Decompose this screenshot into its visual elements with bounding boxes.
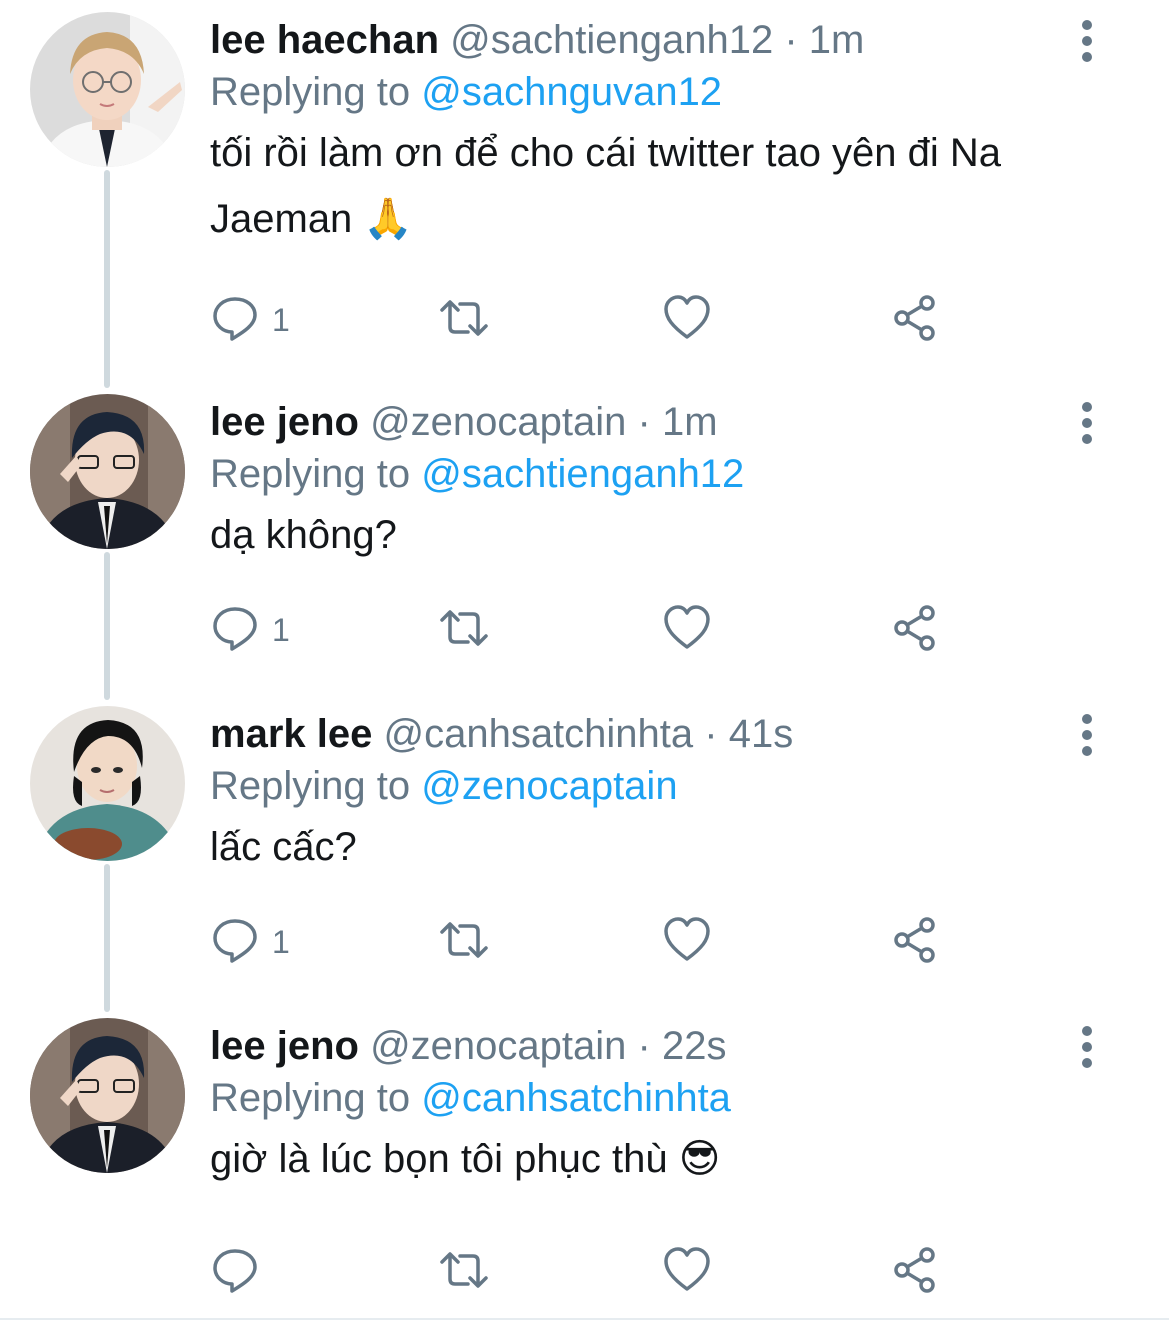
tweet-header: lee jeno @zenocaptain · 1m bbox=[210, 396, 718, 448]
tweet[interactable]: lee haechan @sachtienganh12 · 1m Replyin… bbox=[0, 0, 1169, 380]
reply-button[interactable]: 1 bbox=[210, 290, 290, 350]
tweet-actions: 1 bbox=[210, 600, 970, 660]
share-icon bbox=[890, 293, 940, 348]
replying-to: Replying to @sachnguvan12 bbox=[210, 66, 722, 118]
like-button[interactable] bbox=[662, 290, 712, 350]
share-button[interactable] bbox=[890, 1242, 940, 1302]
replying-prefix: Replying to bbox=[210, 70, 422, 114]
author-name[interactable]: lee jeno bbox=[210, 400, 359, 444]
reply-button[interactable] bbox=[210, 1242, 272, 1302]
timestamp[interactable]: 1m bbox=[662, 400, 718, 444]
tweet-header: mark lee @canhsatchinhta · 41s bbox=[210, 708, 793, 760]
tweet-text: lấc cấc? bbox=[210, 825, 357, 869]
retweet-button[interactable] bbox=[436, 290, 492, 350]
meta-separator: · bbox=[626, 400, 662, 444]
heart-icon bbox=[662, 1245, 712, 1300]
tweet-text: dạ không? bbox=[210, 513, 397, 557]
heart-icon bbox=[662, 915, 712, 970]
retweet-icon bbox=[436, 1245, 492, 1300]
retweet-button[interactable] bbox=[436, 912, 492, 972]
reply-count: 1 bbox=[272, 612, 290, 648]
like-button[interactable] bbox=[662, 600, 712, 660]
replying-mention[interactable]: @sachtienganh12 bbox=[421, 452, 744, 496]
retweet-icon bbox=[436, 603, 492, 658]
tweet-text: giờ là lúc bọn tôi phục thù 😎 bbox=[210, 1137, 721, 1181]
author-handle[interactable]: @zenocaptain bbox=[370, 400, 626, 444]
replying-prefix: Replying to bbox=[210, 452, 422, 496]
reply-button[interactable]: 1 bbox=[210, 912, 290, 972]
retweet-icon bbox=[436, 915, 492, 970]
avatar[interactable] bbox=[30, 706, 185, 861]
tweet[interactable]: mark lee @canhsatchinhta · 41s Replying … bbox=[0, 694, 1169, 1004]
replying-mention[interactable]: @zenocaptain bbox=[421, 764, 677, 808]
share-button[interactable] bbox=[890, 600, 940, 660]
replying-prefix: Replying to bbox=[210, 1076, 422, 1120]
share-icon bbox=[890, 1245, 940, 1300]
share-icon bbox=[890, 603, 940, 658]
more-vertical-icon[interactable] bbox=[1072, 1020, 1102, 1070]
author-name[interactable]: mark lee bbox=[210, 712, 372, 756]
tweet-header: lee jeno @zenocaptain · 22s bbox=[210, 1020, 726, 1072]
avatar[interactable] bbox=[30, 394, 185, 549]
replying-mention[interactable]: @sachnguvan12 bbox=[421, 70, 722, 114]
heart-icon bbox=[662, 603, 712, 658]
like-button[interactable] bbox=[662, 1242, 712, 1302]
author-name[interactable]: lee jeno bbox=[210, 1024, 359, 1068]
tweet-header: lee haechan @sachtienganh12 · 1m bbox=[210, 14, 864, 66]
tweet[interactable]: lee jeno @zenocaptain · 22s Replying to … bbox=[0, 1006, 1169, 1316]
replying-to: Replying to @sachtienganh12 bbox=[210, 448, 744, 500]
tweet-thread: lee haechan @sachtienganh12 · 1m Replyin… bbox=[0, 0, 1169, 1322]
reply-icon bbox=[210, 293, 260, 348]
avatar[interactable] bbox=[30, 12, 185, 167]
author-handle[interactable]: @sachtienganh12 bbox=[450, 18, 773, 62]
author-name[interactable]: lee haechan bbox=[210, 18, 439, 62]
share-icon bbox=[890, 915, 940, 970]
reply-count: 1 bbox=[272, 924, 290, 960]
reply-count: 1 bbox=[272, 302, 290, 338]
more-vertical-icon[interactable] bbox=[1072, 708, 1102, 758]
share-button[interactable] bbox=[890, 912, 940, 972]
author-handle[interactable]: @canhsatchinhta bbox=[383, 712, 693, 756]
retweet-button[interactable] bbox=[436, 1242, 492, 1302]
bottom-divider bbox=[0, 1318, 1169, 1320]
tweet-actions: 1 bbox=[210, 290, 970, 350]
avatar[interactable] bbox=[30, 1018, 185, 1173]
tweet-actions bbox=[210, 1242, 970, 1302]
reply-icon bbox=[210, 915, 260, 970]
replying-to: Replying to @canhsatchinhta bbox=[210, 1072, 731, 1124]
tweet-actions: 1 bbox=[210, 912, 970, 972]
more-vertical-icon[interactable] bbox=[1072, 396, 1102, 446]
meta-separator: · bbox=[773, 18, 809, 62]
author-handle[interactable]: @zenocaptain bbox=[370, 1024, 626, 1068]
meta-separator: · bbox=[626, 1024, 662, 1068]
tweet[interactable]: lee jeno @zenocaptain · 1m Replying to @… bbox=[0, 382, 1169, 692]
reply-icon bbox=[210, 1245, 260, 1300]
timestamp[interactable]: 41s bbox=[729, 712, 794, 756]
replying-mention[interactable]: @canhsatchinhta bbox=[421, 1076, 731, 1120]
share-button[interactable] bbox=[890, 290, 940, 350]
heart-icon bbox=[662, 293, 712, 348]
replying-prefix: Replying to bbox=[210, 764, 422, 808]
timestamp[interactable]: 1m bbox=[809, 18, 865, 62]
meta-separator: · bbox=[693, 712, 729, 756]
more-vertical-icon[interactable] bbox=[1072, 14, 1102, 64]
retweet-icon bbox=[436, 293, 492, 348]
replying-to: Replying to @zenocaptain bbox=[210, 760, 678, 812]
retweet-button[interactable] bbox=[436, 600, 492, 660]
tweet-text: tối rồi làm ơn để cho cái twitter tao yê… bbox=[210, 131, 1002, 241]
reply-icon bbox=[210, 603, 260, 658]
timestamp[interactable]: 22s bbox=[662, 1024, 727, 1068]
like-button[interactable] bbox=[662, 912, 712, 972]
reply-button[interactable]: 1 bbox=[210, 600, 290, 660]
